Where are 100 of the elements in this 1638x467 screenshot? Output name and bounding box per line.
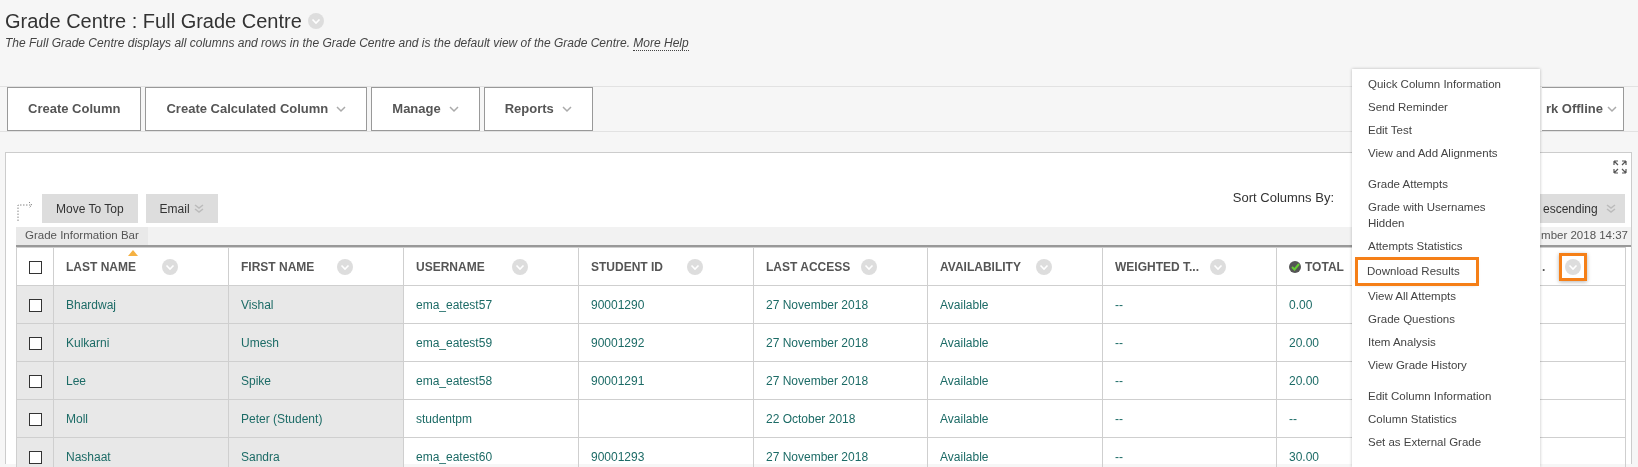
table-cell: Vishal — [241, 297, 274, 312]
table-cell: Available — [940, 297, 989, 312]
chevron-circle-icon — [162, 258, 178, 275]
table-cell: Lee — [66, 373, 87, 388]
help-link[interactable]: More Help — [633, 36, 689, 51]
menu-item[interactable]: Grade Questions — [1352, 308, 1463, 331]
table-cell: -- — [1115, 297, 1123, 312]
menu-item[interactable]: Edit Column Information — [1352, 385, 1500, 408]
menu-item[interactable]: Grade Attempts — [1352, 173, 1456, 196]
action-button[interactable]: Create Calculated Column — [145, 87, 368, 131]
table-cell: 90001292 — [591, 335, 645, 350]
chevron-circle-icon — [687, 258, 703, 275]
table-cell: Spike — [241, 373, 272, 388]
row-checkbox[interactable] — [28, 412, 42, 426]
chevron-circle-icon — [1036, 258, 1052, 275]
column-header: TOTAL — [1305, 258, 1344, 276]
column-header: LAST ACCESS — [766, 258, 851, 276]
table-cell: ema_eatest60 — [416, 449, 493, 464]
table-cell: -- — [1115, 373, 1123, 388]
sort-label: Sort Columns By: — [1232, 189, 1334, 208]
double-caret-icon — [1605, 204, 1616, 213]
table-cell: Available — [940, 449, 989, 464]
table-cell: 27 November 2018 — [766, 297, 869, 312]
toolbar-button[interactable]: Move To Top — [42, 194, 138, 223]
chevron-circle-icon — [337, 258, 353, 275]
table-cell: Bhardwaj — [66, 297, 117, 312]
caret-icon — [448, 105, 459, 113]
select-all-checkbox[interactable] — [28, 260, 42, 274]
table-cell: -- — [1115, 411, 1123, 426]
menu-item[interactable]: Download Results — [1358, 260, 1476, 283]
table-cell: Peter (Student) — [241, 411, 323, 426]
row-checkbox[interactable] — [28, 450, 42, 464]
row-checkbox[interactable] — [28, 298, 42, 312]
double-caret-icon — [193, 204, 204, 213]
column-header: AVAILABILITY — [940, 258, 1021, 276]
chevron-circle-icon — [512, 258, 528, 275]
chevron-circle-icon — [861, 258, 877, 275]
table-cell: 90001291 — [591, 373, 645, 388]
column-header: WEIGHTED T... — [1115, 258, 1199, 276]
menu-item[interactable]: Attempts Statistics — [1352, 235, 1471, 258]
menu-item[interactable]: Grade with Usernames Hidden — [1352, 196, 1502, 235]
menu-item[interactable]: View and Add Alignments — [1352, 142, 1506, 165]
table-cell: 27 November 2018 — [766, 373, 869, 388]
table-cell: Umesh — [241, 335, 279, 350]
table-cell: 27 November 2018 — [766, 335, 869, 350]
table-cell: Available — [940, 335, 989, 350]
table-cell: ema_eatest59 — [416, 335, 493, 350]
menu-item[interactable]: View Grade History — [1352, 354, 1475, 377]
table-cell: 0.00 — [1289, 297, 1313, 312]
menu-item[interactable]: Item Analysis — [1352, 331, 1444, 354]
page-description: The Full Grade Centre displays all columns and rows in the Grade Centre and is the default view of the Grade Centre. More Help — [4, 35, 690, 52]
table-cell: ema_eatest57 — [416, 297, 493, 312]
toolbar-button[interactable]: Email — [145, 194, 218, 223]
row-checkbox[interactable] — [28, 374, 42, 388]
table-cell: 90001293 — [591, 449, 645, 464]
row-checkbox[interactable] — [28, 336, 42, 350]
table-cell: Available — [940, 373, 989, 388]
table-cell: -- — [1115, 449, 1123, 464]
sort-order-select[interactable]: escending — [1539, 194, 1625, 223]
column-header: USERNAME — [416, 258, 485, 276]
table-cell: Moll — [66, 411, 88, 426]
table-cell: 22 October 2018 — [766, 411, 856, 426]
action-button[interactable]: Create Column — [7, 87, 142, 131]
page-title: Grade Centre : Full Grade Centre — [5, 9, 302, 34]
expand-icon — [1613, 160, 1627, 174]
table-cell: -- — [1289, 411, 1297, 426]
caret-icon — [336, 105, 347, 113]
table-cell: 20.00 — [1289, 373, 1320, 388]
menu-item[interactable]: Column Statistics — [1352, 408, 1465, 431]
menu-item[interactable]: Send Reminder — [1352, 96, 1456, 119]
caret-icon — [1607, 105, 1617, 113]
column-header: LAST NAME — [66, 258, 136, 276]
table-cell: 90001290 — [591, 297, 645, 312]
table-cell: 30.00 — [1289, 449, 1320, 464]
table-cell: 20.00 — [1289, 335, 1320, 350]
table-cell: 27 November 2018 — [766, 449, 869, 464]
table-cell: Nashaat — [66, 449, 111, 464]
grade-information-bar[interactable]: Grade Information Bar — [16, 227, 148, 245]
menu-item[interactable]: View All Attempts — [1352, 285, 1464, 308]
chevron-circle-icon — [1210, 258, 1226, 275]
menu-item[interactable]: Quick Column Information — [1352, 73, 1509, 96]
column-header: FIRST NAME — [241, 258, 315, 276]
caret-icon — [561, 105, 572, 113]
table-cell: ema_eatest58 — [416, 373, 493, 388]
table-cell: Available — [940, 411, 989, 426]
action-button[interactable]: rk Offline — [1542, 87, 1624, 131]
chevron-circle-icon — [307, 13, 324, 29]
table-cell: studentpm — [416, 411, 473, 426]
menu-item[interactable]: Set as External Grade — [1352, 431, 1490, 454]
table-cell: Kulkarni — [66, 335, 110, 350]
action-button[interactable]: Reports — [483, 87, 593, 131]
last-saved-text: mber 2018 14:37 — [1540, 228, 1629, 244]
action-button[interactable]: Manage — [371, 87, 480, 131]
table-cell: Sandra — [241, 449, 280, 464]
chevron-circle-icon — [1565, 258, 1582, 275]
menu-item[interactable]: Edit Test — [1352, 119, 1420, 142]
table-cell: -- — [1115, 335, 1123, 350]
dotted-arrow-icon — [16, 199, 34, 223]
column-header: STUDENT ID — [591, 258, 663, 276]
column-header: . — [1542, 258, 1546, 276]
